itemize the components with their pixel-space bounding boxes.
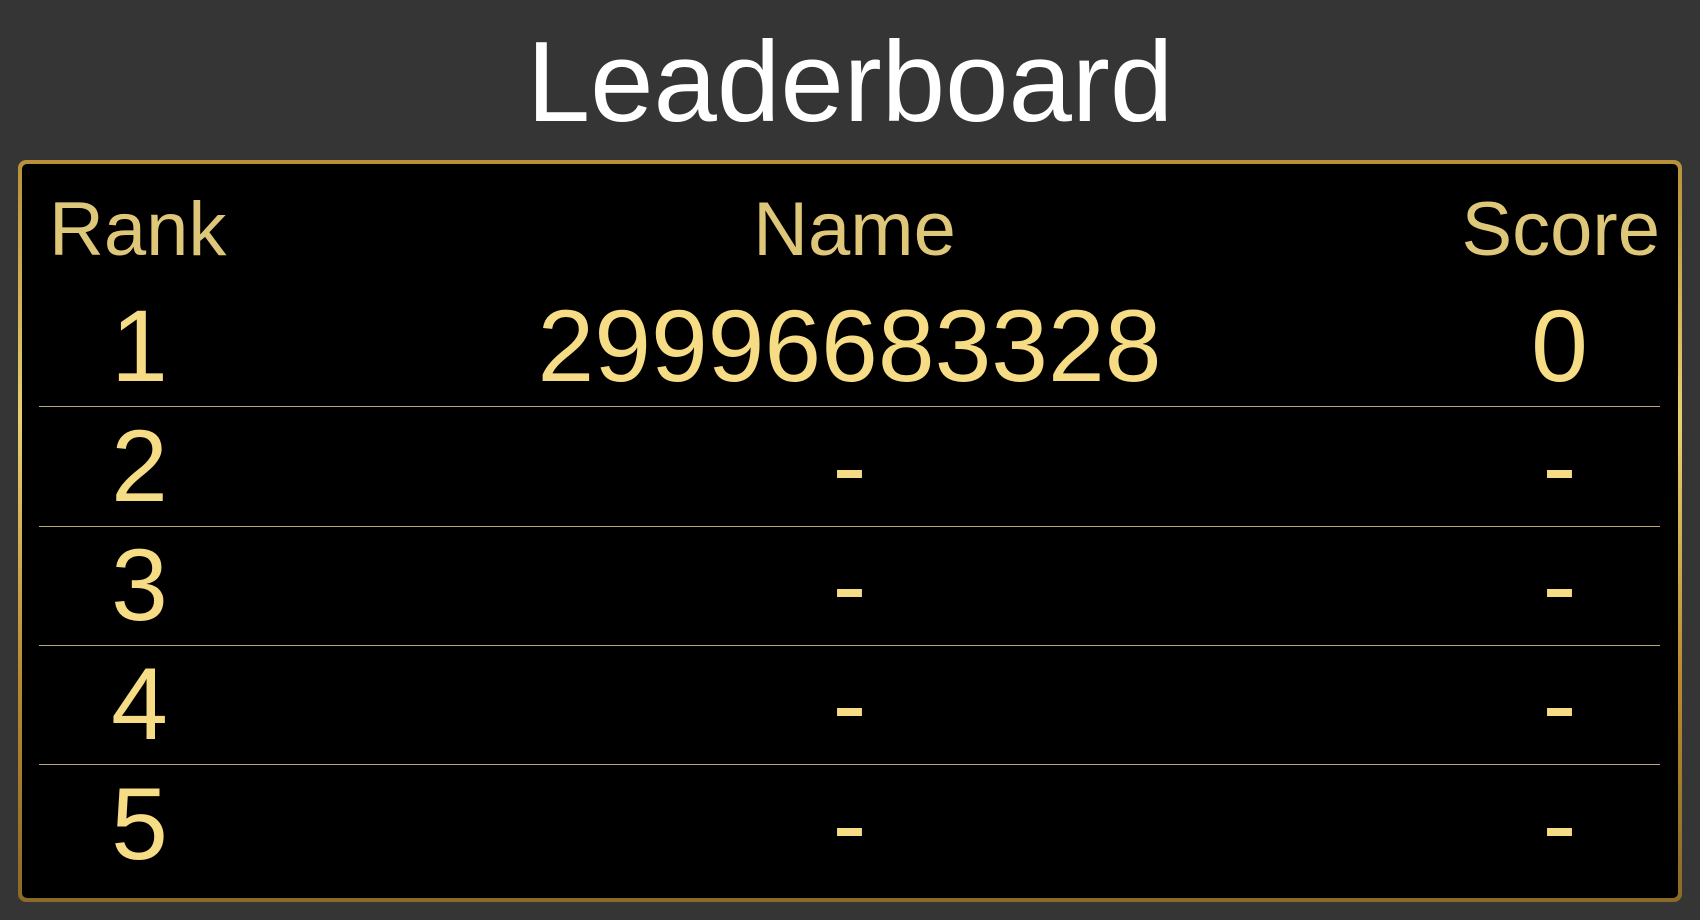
header-name: Name [753, 186, 956, 272]
name-cell: - [832, 766, 867, 881]
table-row: 4 - - [39, 645, 1660, 765]
rank-cell: 5 [111, 766, 168, 881]
header-row: Rank Name Score [39, 164, 1660, 286]
leaderboard-frame: Rank Name Score 1 29996683328 0 2 - - 3 … [18, 160, 1682, 902]
header-score: Score [1461, 186, 1660, 272]
table-row: 3 - - [39, 526, 1660, 646]
score-cell: 0 [1531, 288, 1588, 403]
score-cell: - [1542, 528, 1577, 642]
table-row: 1 29996683328 0 [39, 286, 1660, 407]
rank-cell: 2 [111, 408, 168, 523]
header-rank: Rank [49, 186, 227, 272]
name-cell: - [832, 528, 867, 642]
page-title: Leaderboard [526, 19, 1174, 146]
rank-cell: 3 [111, 528, 168, 642]
name-cell: 29996683328 [537, 288, 1162, 403]
table-row: 2 - - [39, 406, 1660, 527]
name-cell: - [832, 647, 867, 761]
score-cell: - [1542, 408, 1577, 523]
table-row: 5 - - [39, 764, 1660, 884]
rank-cell: 1 [111, 288, 168, 403]
score-cell: - [1542, 766, 1577, 881]
rank-cell: 4 [111, 647, 168, 761]
name-cell: - [832, 408, 867, 523]
score-cell: - [1542, 647, 1577, 761]
leaderboard-table: Rank Name Score 1 29996683328 0 2 - - 3 … [22, 164, 1678, 898]
